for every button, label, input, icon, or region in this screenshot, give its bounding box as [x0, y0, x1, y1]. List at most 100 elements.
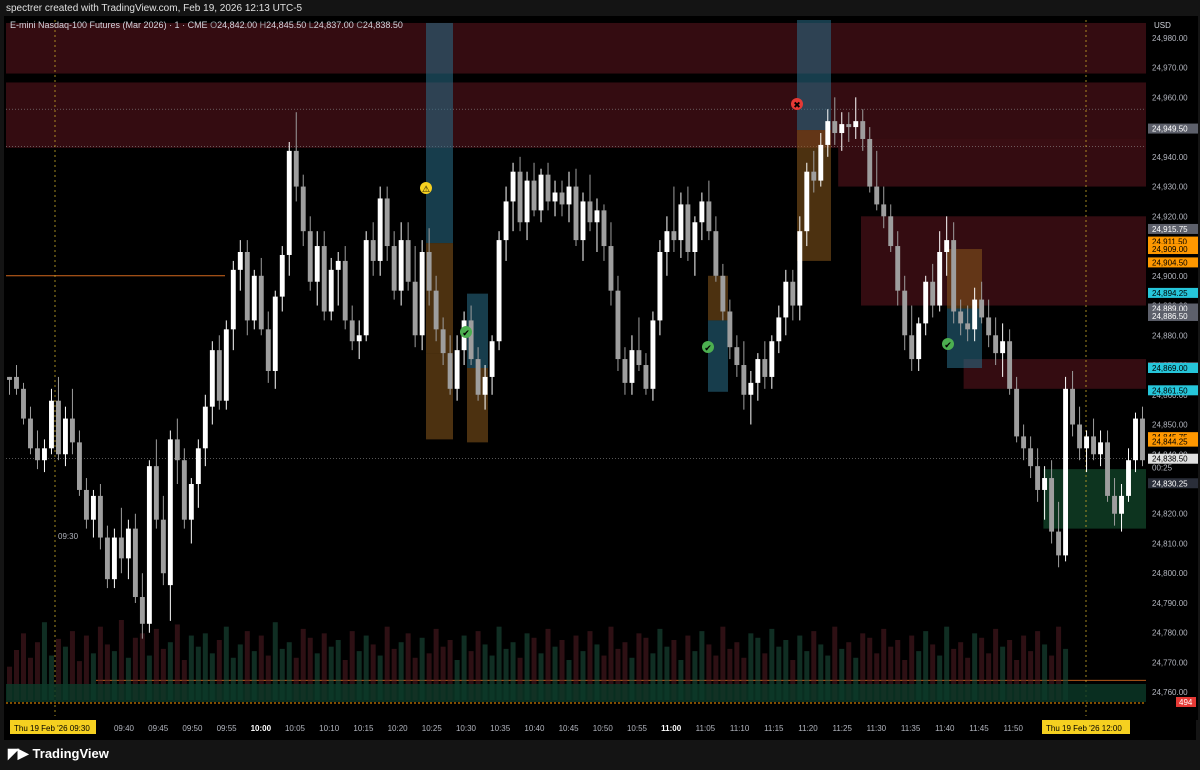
candle-body [405, 240, 411, 282]
position-box [426, 22, 453, 244]
candle-body [839, 124, 845, 134]
candle-body [111, 537, 117, 580]
x-tick-label: 10:35 [490, 724, 511, 733]
candle-body [517, 171, 523, 223]
x-tick-label: 10:10 [319, 724, 340, 733]
position-box [708, 320, 728, 392]
x-tick-label: 11:35 [901, 724, 921, 733]
symbol-title: E-mini Nasdaq-100 Futures (Mar 2026) · 1… [10, 20, 208, 30]
price-label: 24,915.75 [1152, 225, 1188, 234]
candle-body [489, 341, 495, 377]
candle-body [496, 240, 502, 342]
candle-body [223, 329, 229, 401]
candle-body [195, 448, 201, 484]
candle-body [433, 290, 439, 330]
y-tick-label: 24,930.00 [1152, 183, 1188, 192]
candle-body [636, 350, 642, 366]
candle-body [181, 460, 187, 520]
candle-body [125, 528, 131, 559]
volume-label: 494 [1179, 698, 1193, 707]
candle-body [979, 299, 985, 318]
candle-body [720, 275, 726, 312]
x-tick-label: 10:15 [353, 724, 374, 733]
price-label: 24,861.50 [1152, 386, 1188, 395]
candle-body [524, 180, 530, 223]
y-tick-label: 24,970.00 [1152, 64, 1188, 73]
candle-body [832, 121, 838, 134]
candle-body [454, 350, 460, 389]
candle-body [104, 537, 110, 580]
candle-body [748, 382, 754, 395]
x-tick-label: 10:40 [524, 724, 545, 733]
candle-body [986, 317, 992, 336]
session-label: 09:30 [58, 532, 79, 541]
candle-body [377, 198, 383, 261]
candlestick-chart[interactable]: ⚠✔✔✖✔USD24,980.0024,970.0024,960.0024,95… [0, 0, 1200, 770]
x-tick-label: 11:05 [696, 724, 716, 733]
candle-body [664, 231, 670, 252]
x-tick-label: 11:00 [661, 724, 682, 733]
candle-body [349, 320, 355, 342]
candle-body [1112, 495, 1117, 514]
candle-body [881, 204, 887, 217]
candle-body [28, 418, 33, 449]
x-tick-label: 10:25 [422, 724, 443, 733]
candle-body [356, 335, 362, 342]
y-tick-label: 24,790.00 [1152, 599, 1188, 608]
candle-body [1077, 424, 1083, 449]
x-tick-label: 09:45 [148, 724, 169, 733]
candle-body [1133, 418, 1138, 461]
x-tick-label: 11:25 [832, 724, 852, 733]
x-tick-label: 10:30 [456, 724, 477, 733]
candle-body [76, 442, 82, 490]
y-tick-label: 24,940.00 [1152, 153, 1188, 162]
candle-body [860, 121, 866, 139]
candle-body [146, 466, 152, 624]
candle-body [951, 240, 957, 312]
candle-body [279, 254, 285, 297]
candle-body [370, 240, 376, 261]
candle-body [14, 376, 19, 389]
candle-body [713, 231, 719, 276]
y-tick-label: 24,920.00 [1152, 212, 1188, 221]
x-tick-label: 10:55 [627, 724, 648, 733]
candle-body [300, 186, 306, 232]
candle-body [1007, 341, 1013, 389]
position-box [797, 20, 831, 131]
y-tick-label: 24,780.00 [1152, 629, 1188, 638]
candle-body [83, 489, 89, 520]
y-tick-label: 24,800.00 [1152, 569, 1188, 578]
candle-body [272, 296, 278, 371]
candle-body [846, 124, 852, 128]
candle-body [972, 299, 978, 330]
candle-body [412, 281, 418, 336]
candle-body [230, 269, 236, 330]
candle-body [174, 439, 180, 461]
candle-body [1042, 478, 1048, 490]
candle-body [944, 240, 950, 252]
candle-body [629, 350, 635, 383]
candle-body [251, 275, 257, 321]
candle-body [601, 210, 607, 247]
candle-body [916, 323, 922, 360]
tradingview-brand[interactable]: ◤▶ TradingView [8, 745, 109, 762]
candle-body [447, 353, 453, 389]
price-label: 24,894.25 [1152, 289, 1188, 298]
candle-body [776, 317, 782, 342]
candle-body [993, 335, 999, 354]
x-tick-label: 09:50 [182, 724, 203, 733]
candle-body [202, 406, 208, 449]
candle-body [384, 198, 390, 247]
y-tick-label: 24,760.00 [1152, 688, 1188, 697]
candle-body [573, 186, 579, 241]
candle-body [35, 448, 40, 461]
candle-body [958, 311, 964, 324]
candle-body [825, 121, 831, 145]
candle-body [930, 281, 936, 306]
price-label: 24,949.50 [1152, 125, 1188, 134]
candle-body [153, 466, 159, 520]
candle-body [468, 320, 474, 360]
x-tick-label: 10:00 [251, 724, 272, 733]
candle-body [139, 597, 145, 624]
candle-body [811, 171, 817, 181]
